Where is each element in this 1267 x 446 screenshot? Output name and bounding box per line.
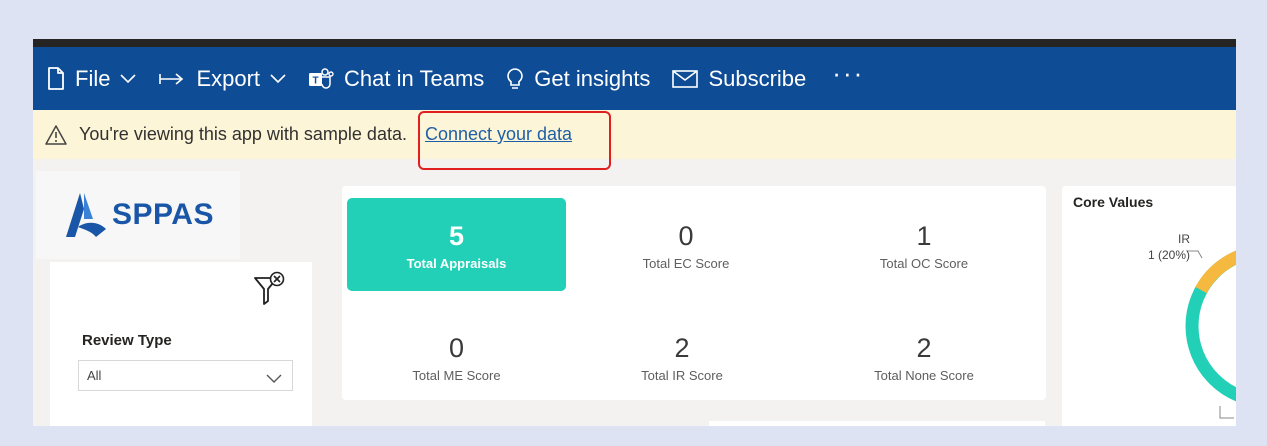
kpi-label: Total IR Score <box>641 368 723 383</box>
file-icon <box>47 66 65 91</box>
kpi-label: Total OC Score <box>879 256 969 271</box>
logo-text: SPPAS <box>112 198 214 231</box>
kpi-value: 5 <box>448 221 465 251</box>
kpi-value: 2 <box>916 333 932 363</box>
mail-icon <box>672 69 699 88</box>
svg-text:T: T <box>312 75 318 86</box>
warning-icon <box>45 124 67 145</box>
power-bi-app: File Export T Chat in Teams Get insights… <box>33 39 1236 426</box>
sppas-logo-icon <box>64 191 110 239</box>
clear-filter-icon[interactable] <box>253 270 287 311</box>
ir-label-name: IR <box>1178 232 1191 246</box>
bottom-visual-card <box>709 421 1045 426</box>
get-insights-label: Get insights <box>534 65 651 91</box>
core-values-donut-chart[interactable] <box>1062 186 1236 426</box>
export-label: Export <box>196 65 261 91</box>
ir-data-label: IR 1 (20%) <box>1148 231 1190 263</box>
review-type-label: Review Type <box>82 332 172 349</box>
chevron-down-icon <box>266 371 282 386</box>
logo-card: SPPAS <box>36 171 240 259</box>
kpi-value: 1 <box>916 221 932 251</box>
kpi-label: Total ME Score <box>412 368 501 383</box>
top-strip <box>33 39 1236 47</box>
highlight-box <box>418 111 611 170</box>
chat-in-teams-label: Chat in Teams <box>344 65 485 91</box>
core-values-title: Core Values <box>1073 194 1154 210</box>
filter-panel: Review Type All <box>50 262 312 426</box>
sample-data-banner: You're viewing this app with sample data… <box>33 110 1236 159</box>
export-menu-button[interactable]: Export <box>158 47 286 110</box>
chevron-down-icon <box>120 73 137 84</box>
review-type-value: All <box>87 368 102 383</box>
toolbar: File Export T Chat in Teams Get insights… <box>33 47 1236 110</box>
export-arrow-icon <box>158 71 186 87</box>
file-menu-button[interactable]: File <box>47 47 137 110</box>
ir-label-value: 1 (20%) <box>1148 248 1191 262</box>
kpi-total-me-score[interactable]: 0 Total ME Score <box>347 332 566 383</box>
subscribe-label: Subscribe <box>708 65 807 91</box>
kpi-value: 2 <box>674 333 690 363</box>
review-type-dropdown[interactable]: All <box>78 360 293 391</box>
lightbulb-icon <box>506 67 524 91</box>
kpi-total-oc-score[interactable]: 1 Total OC Score <box>814 220 1034 271</box>
subscribe-button[interactable]: Subscribe <box>672 47 806 110</box>
core-values-card: Core Values IR 1 (20%) <box>1062 186 1236 426</box>
teams-icon: T <box>308 67 334 90</box>
kpi-total-ec-score[interactable]: 0 Total EC Score <box>576 220 796 271</box>
chat-in-teams-button[interactable]: T Chat in Teams <box>308 47 484 110</box>
more-options-button[interactable]: ··· <box>832 42 864 105</box>
kpi-label: Total EC Score <box>642 256 730 271</box>
get-insights-button[interactable]: Get insights <box>506 47 650 110</box>
kpi-label: Total None Score <box>874 368 974 383</box>
banner-message: You're viewing this app with sample data… <box>79 124 407 144</box>
kpi-total-none-score[interactable]: 2 Total None Score <box>814 332 1034 383</box>
kpi-total-appraisals[interactable]: 5 Total Appraisals <box>347 198 566 291</box>
kpi-value: 0 <box>448 333 465 363</box>
bottom-visual-card <box>1062 421 1236 426</box>
kpi-total-ir-score[interactable]: 2 Total IR Score <box>572 332 792 383</box>
chevron-down-icon <box>270 73 286 84</box>
file-label: File <box>75 65 111 91</box>
kpi-card: 5 Total Appraisals 0 Total EC Score 1 To… <box>342 186 1046 400</box>
kpi-label: Total Appraisals <box>406 256 507 271</box>
kpi-value: 0 <box>678 221 694 251</box>
